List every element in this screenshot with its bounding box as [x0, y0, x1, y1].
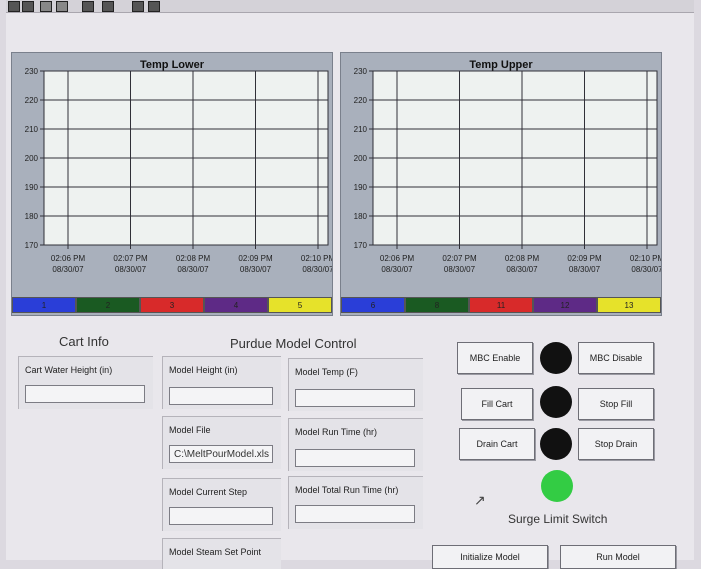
cart-info-title: Cart Info [59, 334, 109, 349]
temp-upper-chart: Temp Upper 230 220 210 200 190 180 170 02:06 PM… [340, 52, 662, 316]
mbc-enable-button[interactable]: MBC Enable [457, 342, 533, 374]
x-tick-label: 02:07 PM [442, 254, 477, 263]
save-icon[interactable] [40, 1, 52, 12]
tool-icon[interactable] [82, 1, 94, 12]
model-run-time-label: Model Run Time (hr) [295, 427, 378, 437]
model-current-step-field[interactable] [169, 507, 273, 525]
model-height-group: Model Height (in) [162, 356, 281, 409]
x-tick-label: 02:08 PM [505, 254, 540, 263]
y-tick-label: 230 [354, 67, 368, 76]
x-tick-label: 02:07 PM [113, 254, 148, 263]
x-tick-label: 02:10 PM [301, 254, 332, 263]
y-tick-label: 230 [25, 67, 39, 76]
model-run-time-field[interactable] [295, 449, 415, 467]
fill-cart-button[interactable]: Fill Cart [461, 388, 533, 420]
run-model-button[interactable]: Run Model [560, 545, 676, 569]
y-tick-label: 220 [354, 96, 368, 105]
cart-water-height-field[interactable] [25, 385, 145, 403]
y-tick-label: 220 [25, 96, 39, 105]
y-tick-label: 180 [354, 212, 368, 221]
x-tick-label: 08/30/07 [302, 265, 332, 274]
x-tick-label: 08/30/07 [631, 265, 661, 274]
x-tick-label: 08/30/07 [506, 265, 538, 274]
cart-water-height-label: Cart Water Height (in) [25, 365, 113, 375]
x-tick-label: 02:06 PM [380, 254, 415, 263]
temp-lower-legend: 12345 [12, 297, 332, 313]
mbc-disable-button[interactable]: MBC Disable [578, 342, 654, 374]
model-height-field[interactable] [169, 387, 273, 405]
model-file-field[interactable]: C:\MeltPourModel.xls [169, 445, 273, 463]
cart-water-height-group: Cart Water Height (in) [18, 356, 153, 409]
model-total-run-time-label: Model Total Run Time (hr) [295, 485, 399, 495]
model-current-step-label: Model Current Step [169, 487, 248, 497]
y-tick-label: 190 [25, 183, 39, 192]
record-icon[interactable] [148, 1, 160, 12]
legend-item-1: 1 [12, 297, 76, 313]
y-tick-label: 170 [354, 241, 368, 250]
model-temp-field[interactable] [295, 389, 415, 407]
x-tick-label: 08/30/07 [444, 265, 476, 274]
model-file-group: Model File C:\MeltPourModel.xls [162, 416, 281, 469]
x-tick-label: 02:06 PM [51, 254, 86, 263]
model-current-step-group: Model Current Step [162, 478, 281, 531]
fill-status-lamp [540, 386, 572, 418]
legend-item-13: 13 [597, 297, 661, 313]
y-tick-label: 200 [25, 154, 39, 163]
toolbar [6, 0, 694, 13]
model-height-label: Model Height (in) [169, 365, 238, 375]
model-steam-label: Model Steam Set Point [169, 547, 262, 557]
legend-item-3: 3 [140, 297, 204, 313]
x-tick-label: 02:09 PM [567, 254, 602, 263]
model-total-run-time-field[interactable] [295, 505, 415, 523]
stop-fill-button[interactable]: Stop Fill [578, 388, 654, 420]
x-tick-label: 02:09 PM [238, 254, 273, 263]
x-tick-label: 02:10 PM [630, 254, 661, 263]
open-icon[interactable] [22, 1, 34, 12]
legend-item-4: 4 [204, 297, 268, 313]
drain-status-lamp [540, 428, 572, 460]
temp-lower-plot: 230 220 210 200 190 180 170 02:06 PM 08/30/07 02:… [25, 67, 332, 274]
model-control-title: Purdue Model Control [230, 336, 357, 351]
legend-item-8: 8 [405, 297, 469, 313]
y-tick-label: 180 [25, 212, 39, 221]
legend-item-5: 5 [268, 297, 332, 313]
temp-upper-plot: 230 220 210 200 190 180 170 02:06 PM 08/30/07 02:… [354, 67, 661, 274]
legend-item-12: 12 [533, 297, 597, 313]
stop-drain-button[interactable]: Stop Drain [578, 428, 654, 460]
model-total-run-time-group: Model Total Run Time (hr) [288, 476, 423, 529]
x-tick-label: 08/30/07 [240, 265, 272, 274]
y-tick-label: 210 [354, 125, 368, 134]
temp-lower-chart: Temp Lower 230 220 210 200 190 180 170 02:06 PM… [11, 52, 333, 316]
temp-upper-legend: 6 8 11 12 13 [341, 297, 661, 313]
pointer-icon[interactable] [132, 1, 144, 12]
y-tick-label: 190 [354, 183, 368, 192]
model-temp-label: Model Temp (F) [295, 367, 358, 377]
y-tick-label: 210 [25, 125, 39, 134]
legend-item-6: 6 [341, 297, 405, 313]
drain-cart-button[interactable]: Drain Cart [459, 428, 535, 460]
x-tick-label: 08/30/07 [115, 265, 147, 274]
model-file-label: Model File [169, 425, 211, 435]
print-icon[interactable] [56, 1, 68, 12]
legend-item-2: 2 [76, 297, 140, 313]
x-tick-label: 08/30/07 [381, 265, 413, 274]
x-tick-label: 08/30/07 [177, 265, 209, 274]
model-temp-group: Model Temp (F) [288, 358, 423, 411]
y-tick-label: 170 [25, 241, 39, 250]
surge-limit-label: Surge Limit Switch [508, 512, 608, 526]
y-tick-label: 200 [354, 154, 368, 163]
mouse-pointer-icon: ↗ [474, 492, 486, 508]
initialize-model-button[interactable]: Initialize Model [432, 545, 548, 569]
surge-limit-lamp [541, 470, 573, 502]
x-tick-label: 02:08 PM [176, 254, 211, 263]
model-steam-group: Model Steam Set Point [162, 538, 281, 569]
new-icon[interactable] [8, 1, 20, 12]
edit-icon[interactable] [102, 1, 114, 12]
mbc-status-lamp [540, 342, 572, 374]
model-run-time-group: Model Run Time (hr) [288, 418, 423, 471]
x-tick-label: 08/30/07 [569, 265, 601, 274]
x-tick-label: 08/30/07 [52, 265, 84, 274]
legend-item-11: 11 [469, 297, 533, 313]
